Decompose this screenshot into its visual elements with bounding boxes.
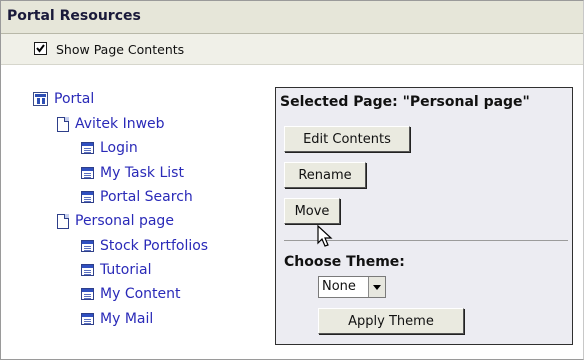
apply-theme-button[interactable]: Apply Theme: [318, 308, 464, 334]
portlet-icon: [81, 264, 94, 276]
dropdown-arrow-icon[interactable]: [368, 277, 385, 297]
page-icon: [57, 116, 69, 132]
tree-node-my-task-list[interactable]: My Task List: [81, 163, 184, 183]
portlet-icon: [81, 142, 94, 154]
tree-node-label: My Task List: [100, 165, 184, 181]
panel-header: Portal Resources: [1, 1, 583, 34]
edit-contents-button[interactable]: Edit Contents: [284, 126, 410, 152]
tree-node-label: Stock Portfolios: [100, 238, 209, 254]
show-page-contents-checkbox[interactable]: [34, 42, 47, 55]
tree-node-personal-page[interactable]: Personal page: [57, 211, 174, 231]
tree-node-login[interactable]: Login: [81, 138, 138, 158]
panel-title: Portal Resources: [7, 8, 141, 24]
options-bar: Show Page Contents: [1, 34, 583, 65]
portal-icon: [33, 92, 48, 106]
portlet-icon: [81, 240, 94, 252]
tree-node-label: My Mail: [100, 311, 154, 327]
show-page-contents-label: Show Page Contents: [56, 42, 185, 57]
selected-page-title: Selected Page: "Personal page": [280, 94, 530, 110]
theme-select[interactable]: None: [318, 276, 386, 298]
portlet-icon: [81, 288, 94, 300]
tree-node-avitek-inweb[interactable]: Avitek Inweb: [57, 114, 165, 134]
tree-node-label: Portal: [54, 91, 95, 107]
tree-node-stock-portfolios[interactable]: Stock Portfolios: [81, 236, 208, 256]
portal-resources-panel: Portal Resources Show Page Contents Port…: [0, 0, 584, 360]
tree-node-my-mail[interactable]: My Mail: [81, 309, 153, 329]
rename-button[interactable]: Rename: [284, 162, 366, 188]
tree-node-label: Avitek Inweb: [75, 116, 165, 132]
portlet-icon: [81, 313, 94, 325]
tree-node-tutorial[interactable]: Tutorial: [81, 260, 151, 280]
tree-node-label: Portal Search: [100, 189, 193, 205]
selected-page-panel: Selected Page: "Personal page" Edit Cont…: [275, 87, 573, 345]
page-icon: [57, 213, 69, 229]
tree-node-label: Tutorial: [100, 262, 152, 278]
choose-theme-label: Choose Theme:: [284, 254, 405, 270]
move-button[interactable]: Move: [284, 198, 340, 224]
tree-node-label: Personal page: [75, 213, 174, 229]
tree-node-label: My Content: [100, 286, 181, 302]
tree-node-label: Login: [100, 140, 138, 156]
tree-node-portal-search[interactable]: Portal Search: [81, 187, 193, 207]
checkmark-icon: [36, 44, 45, 53]
theme-select-value: None: [322, 279, 356, 294]
tree-node-my-content[interactable]: My Content: [81, 284, 181, 304]
portlet-icon: [81, 167, 94, 179]
portlet-icon: [81, 191, 94, 203]
portal-tree: Portal Avitek Inweb Login My Task List P…: [1, 81, 271, 351]
mouse-pointer-icon: [317, 225, 333, 247]
tree-node-portal[interactable]: Portal: [33, 89, 94, 109]
